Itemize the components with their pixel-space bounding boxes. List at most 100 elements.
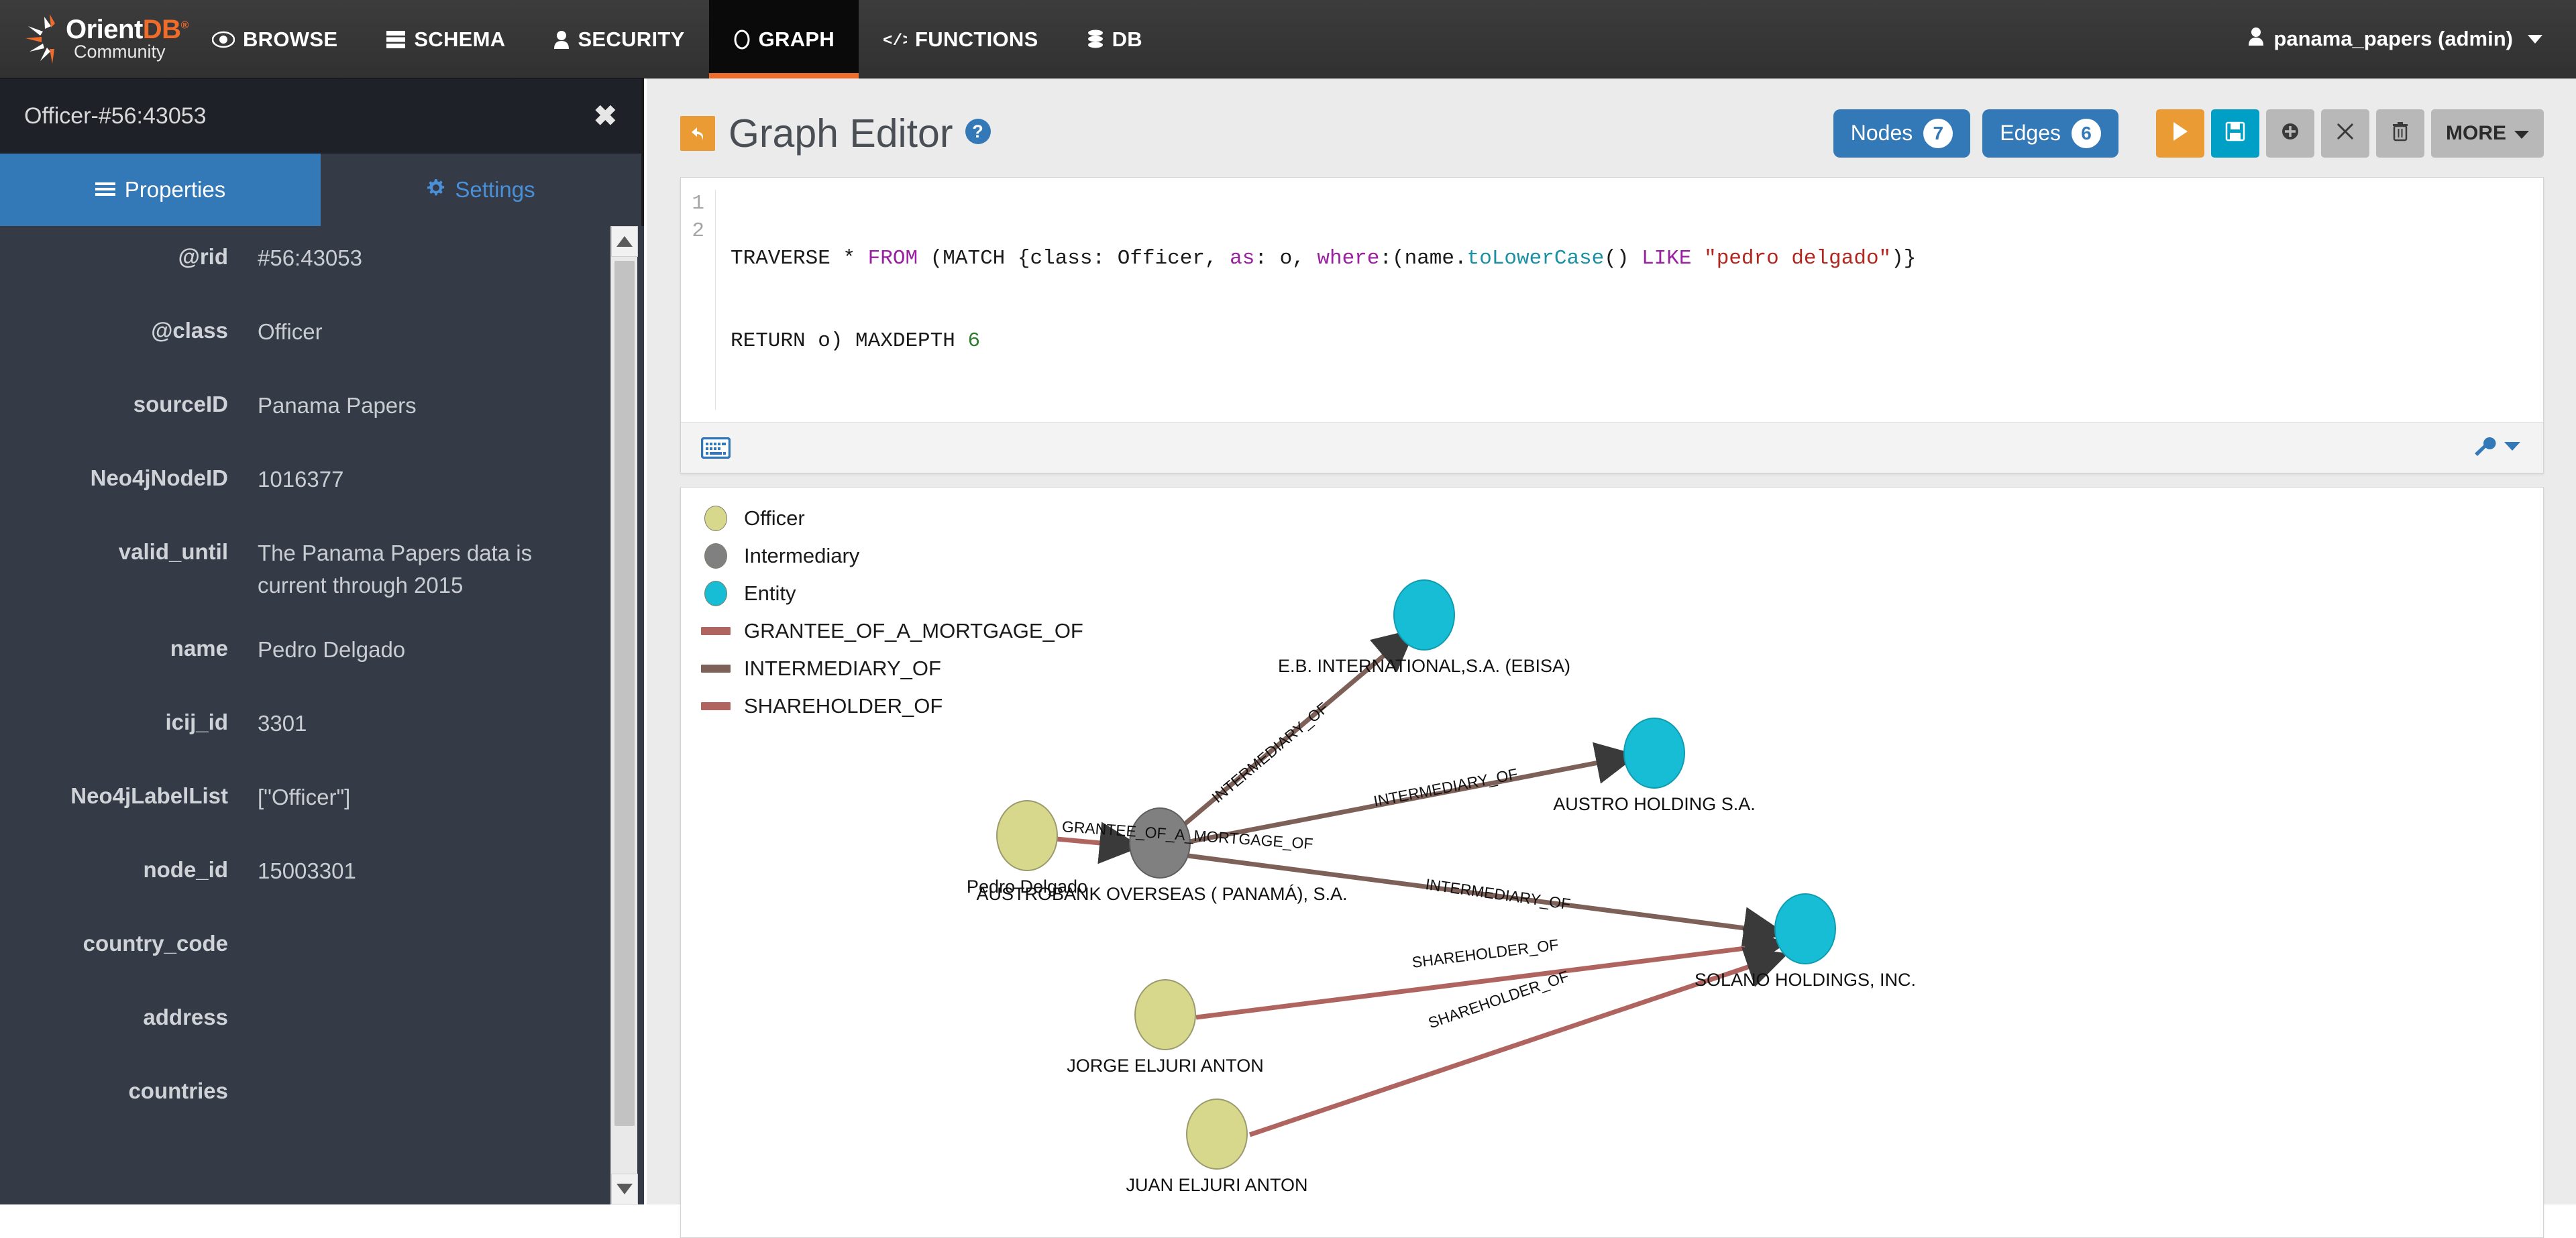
- delete-button[interactable]: [2376, 109, 2424, 158]
- nav-label: BROWSE: [243, 27, 338, 51]
- code-brackets-icon: </>: [883, 30, 907, 49]
- chevron-down-icon: [2528, 34, 2542, 44]
- back-arrow-icon[interactable]: [680, 115, 715, 151]
- eye-icon: [212, 31, 235, 48]
- brand-subtitle: Community: [74, 41, 166, 62]
- graph-editor-header: Graph Editor? Nodes 7 Edges 6 MORE: [647, 78, 2576, 162]
- nodes-counter-label: Nodes: [1850, 121, 1913, 145]
- nav-label: SCHEMA: [414, 27, 506, 51]
- scroll-down-icon[interactable]: [611, 1174, 638, 1204]
- nodes-counter[interactable]: Nodes 7: [1833, 109, 1971, 158]
- property-row: Neo4jLabelList ["Officer"]: [0, 765, 644, 839]
- node-label-solano-holdings: SOLANO HOLDINGS, INC.: [1694, 970, 1917, 990]
- nav-item-functions[interactable]: </> FUNCTIONS: [859, 0, 1063, 78]
- property-value: Officer: [258, 319, 323, 344]
- property-key: country_code: [83, 930, 228, 956]
- nav-items: BROWSE SCHEMA SECURITY GRAPH </> FUNCTIO…: [188, 0, 1167, 78]
- property-row: Neo4jNodeID 1016377: [0, 447, 644, 521]
- property-key: name: [170, 635, 228, 661]
- node-jorge-eljuri-anton: [1134, 979, 1196, 1050]
- graph-editor-main: Graph Editor? Nodes 7 Edges 6 MORE 1 2 T…: [647, 78, 2576, 1238]
- properties-scrollbar[interactable]: [610, 226, 638, 1204]
- brand-name: OrientDB®: [66, 14, 189, 44]
- nav-item-graph[interactable]: GRAPH: [708, 0, 859, 78]
- property-key: Neo4jLabelList: [70, 783, 228, 808]
- schema-icon: [386, 30, 406, 49]
- property-row: icij_id 3301: [0, 691, 644, 765]
- property-value: The Panama Papers data is current throug…: [258, 541, 533, 598]
- nav-label: FUNCTIONS: [915, 27, 1038, 51]
- node-pedro-delgado: [996, 800, 1058, 871]
- node-austro-holding: [1623, 718, 1685, 789]
- edges-counter-badge: 6: [2072, 118, 2101, 148]
- svg-text:</>: </>: [883, 32, 907, 49]
- question-mark-icon[interactable]: ?: [965, 119, 991, 144]
- nodes-counter-badge: 7: [1923, 118, 1953, 148]
- trash-icon: [2392, 121, 2409, 145]
- edges-counter[interactable]: Edges 6: [1982, 109, 2118, 158]
- record-details-panel: Officer-#56:43053 ✖ Properties Settings …: [0, 78, 644, 1204]
- property-row: valid_until The Panama Papers data is cu…: [0, 521, 644, 618]
- edges-counter-label: Edges: [2000, 121, 2061, 145]
- query-line-1: TRAVERSE * FROM (MATCH {class: Officer, …: [731, 247, 1917, 270]
- gear-icon: [427, 177, 445, 203]
- node-label-austrobank: AUSTROBANK OVERSEAS ( PANAMÁ), S.A.: [976, 884, 1348, 904]
- property-key: sourceID: [133, 392, 228, 416]
- database-icon: [1087, 30, 1104, 50]
- query-editor-card: 1 2 TRAVERSE * FROM (MATCH {class: Offic…: [680, 177, 2544, 473]
- editor-settings-button[interactable]: [2472, 436, 2520, 459]
- tab-settings-label: Settings: [455, 177, 535, 202]
- node-label-eb-international: E.B. INTERNATIONAL,S.A. (EBISA): [1277, 656, 1571, 676]
- line-number: 2: [692, 219, 704, 243]
- property-value: #56:43053: [258, 245, 362, 270]
- top-navigation-bar: OrientDB® Community BROWSE SCHEMA SECURI…: [0, 0, 2576, 78]
- keyboard-icon[interactable]: [701, 437, 731, 459]
- fullscreen-button[interactable]: [2321, 109, 2369, 158]
- record-panel-tabs: Properties Settings: [0, 154, 641, 226]
- floppy-disk-icon: [2225, 121, 2245, 145]
- nav-item-browse[interactable]: BROWSE: [188, 0, 362, 78]
- close-icon[interactable]: ✖: [594, 102, 617, 130]
- property-key: @class: [151, 318, 228, 343]
- user-icon: [2248, 27, 2264, 51]
- expand-arrows-icon: [2335, 121, 2355, 145]
- property-key: address: [143, 1004, 228, 1029]
- tab-settings[interactable]: Settings: [321, 154, 641, 226]
- nav-item-db[interactable]: DB: [1063, 0, 1167, 78]
- save-button[interactable]: [2211, 109, 2259, 158]
- user-menu[interactable]: panama_papers (admin): [2248, 0, 2576, 78]
- play-icon: [2171, 121, 2189, 146]
- nav-item-security[interactable]: SECURITY: [529, 0, 708, 78]
- property-key: Neo4jNodeID: [90, 465, 228, 490]
- nav-label: GRAPH: [758, 27, 835, 51]
- tab-properties[interactable]: Properties: [0, 154, 321, 226]
- node-solano-holdings: [1774, 893, 1836, 964]
- query-editor-toolbar: [681, 422, 2543, 473]
- more-button[interactable]: MORE: [2431, 109, 2544, 158]
- add-node-button[interactable]: [2266, 109, 2314, 158]
- query-text[interactable]: TRAVERSE * FROM (MATCH {class: Officer, …: [716, 190, 1916, 410]
- nav-item-schema[interactable]: SCHEMA: [362, 0, 529, 78]
- property-key: countries: [128, 1078, 228, 1103]
- node-label-austro-holding: AUSTRO HOLDING S.A.: [1553, 794, 1756, 814]
- scrollbar-thumb[interactable]: [614, 261, 635, 1126]
- property-key: valid_until: [118, 539, 228, 564]
- property-row: @rid #56:43053: [0, 226, 644, 300]
- user-menu-label: panama_papers (admin): [2273, 27, 2513, 50]
- line-number: 1: [692, 192, 704, 215]
- query-line-2: RETURN o) MAXDEPTH 6: [731, 329, 981, 353]
- query-code-area[interactable]: 1 2 TRAVERSE * FROM (MATCH {class: Offic…: [681, 178, 2543, 422]
- graph-canvas[interactable]: Officer Intermediary Entity GRANTEE_OF_A…: [680, 487, 2544, 1238]
- property-value: Panama Papers: [258, 393, 417, 418]
- graph-svg[interactable]: [681, 488, 2544, 1238]
- run-button[interactable]: [2156, 109, 2204, 158]
- scroll-up-icon[interactable]: [611, 226, 638, 257]
- property-value: Pedro Delgado: [258, 636, 406, 662]
- brand-logo[interactable]: OrientDB® Community: [0, 0, 189, 78]
- node-label-juan-eljuri: JUAN ELJURI ANTON: [1126, 1175, 1308, 1195]
- node-juan-eljuri-anton: [1186, 1099, 1248, 1170]
- tab-properties-label: Properties: [124, 177, 226, 202]
- property-value: ["Officer"]: [258, 784, 351, 809]
- property-row: countries: [0, 1060, 644, 1134]
- properties-list[interactable]: @rid #56:43053 @class Officer sourceID P…: [0, 226, 644, 1204]
